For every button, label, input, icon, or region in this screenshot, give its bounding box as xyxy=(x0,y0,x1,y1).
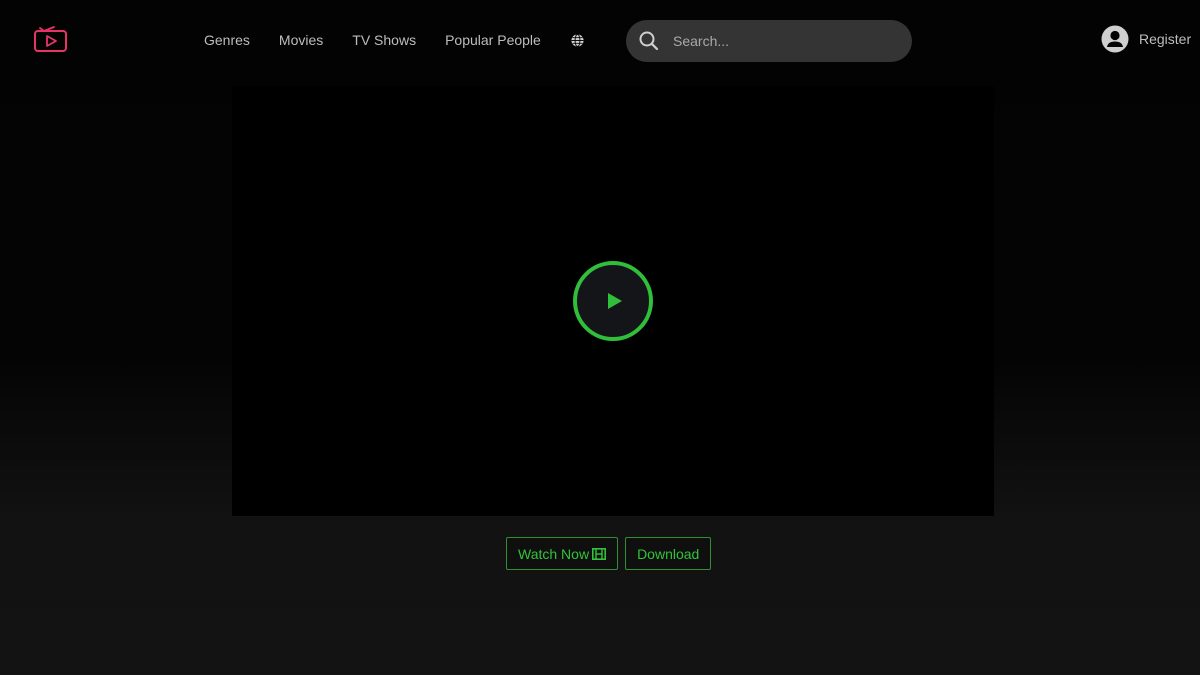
register-label: Register xyxy=(1139,31,1192,47)
play-button[interactable] xyxy=(573,261,653,341)
download-label: Download xyxy=(637,545,700,562)
search-icon xyxy=(639,31,659,51)
nav-movies[interactable]: Movies xyxy=(279,32,323,48)
watch-now-button[interactable]: Watch Now xyxy=(506,537,619,570)
nav-popular-people[interactable]: Popular People xyxy=(445,32,541,48)
register-link[interactable]: Register xyxy=(1101,25,1191,53)
download-button[interactable]: Download xyxy=(625,537,712,570)
nav-tv-shows[interactable]: TV Shows xyxy=(352,32,416,48)
play-icon xyxy=(607,293,622,309)
film-icon xyxy=(592,547,607,560)
header: Genres Movies TV Shows Popular People Re… xyxy=(0,0,1200,80)
nav-genres[interactable]: Genres xyxy=(204,32,250,48)
tv-play-icon[interactable] xyxy=(33,26,69,54)
search-input[interactable] xyxy=(673,33,893,49)
action-buttons: Watch Now Download xyxy=(506,537,718,570)
watch-now-label: Watch Now xyxy=(518,545,590,562)
user-circle-icon xyxy=(1101,25,1129,53)
main-nav: Genres Movies TV Shows Popular People xyxy=(204,30,585,50)
search-bar[interactable] xyxy=(626,20,912,62)
globe-icon[interactable] xyxy=(570,33,585,48)
